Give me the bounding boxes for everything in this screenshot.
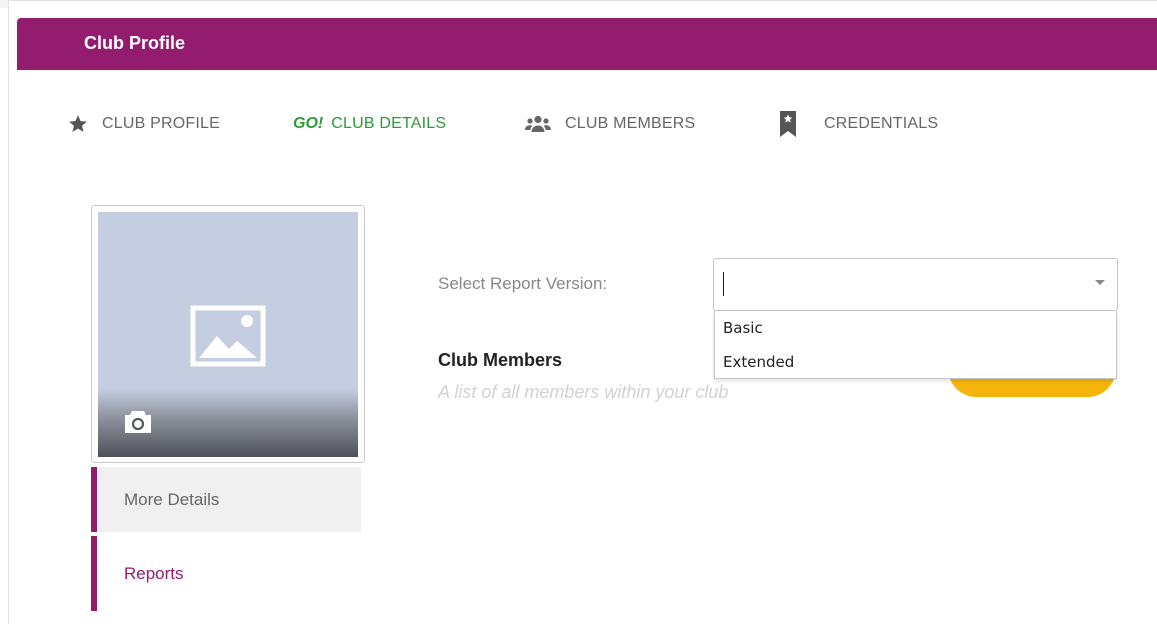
option-extended[interactable]: Extended — [715, 345, 1116, 379]
chevron-down-icon[interactable] — [1095, 280, 1105, 285]
tab-club-members[interactable]: CLUB MEMBERS — [525, 108, 695, 140]
sidebar-item-more-details[interactable]: More Details — [91, 467, 361, 532]
option-basic[interactable]: Basic — [715, 311, 1116, 345]
page-title: Club Profile — [84, 33, 186, 53]
star-icon — [69, 115, 87, 132]
report-version-dropdown: Basic Extended — [714, 311, 1117, 379]
tab-club-details[interactable]: GO! CLUB DETAILS — [293, 108, 446, 140]
tab-credentials-label: CREDENTIALS — [824, 115, 939, 132]
section-subtitle: A list of all members within your club — [438, 382, 729, 402]
sidebar-item-label: More Details — [124, 489, 220, 509]
section-title: Club Members — [438, 350, 563, 370]
report-version-select[interactable] — [713, 258, 1118, 311]
tab-club-profile[interactable]: CLUB PROFILE — [68, 108, 220, 140]
page-header: Club Profile — [17, 18, 1157, 70]
tab-club-profile-label: CLUB PROFILE — [102, 115, 220, 132]
bookmark-star-icon — [780, 111, 796, 137]
tab-credentials[interactable]: CREDENTIALS — [780, 108, 938, 140]
users-icon — [525, 115, 551, 132]
camera-icon[interactable] — [123, 408, 153, 434]
image-placeholder-icon — [190, 305, 266, 367]
club-photo-card — [91, 205, 365, 463]
go-badge: GO! — [293, 115, 324, 132]
club-photo[interactable] — [98, 212, 358, 457]
report-version-label: Select Report Version: — [438, 274, 608, 293]
sidebar-item-reports[interactable]: Reports — [91, 536, 361, 611]
tab-club-details-label: CLUB DETAILS — [331, 115, 447, 132]
tab-club-members-label: CLUB MEMBERS — [565, 115, 696, 132]
sidebar-item-label: Reports — [124, 563, 184, 583]
text-caret — [723, 272, 724, 296]
